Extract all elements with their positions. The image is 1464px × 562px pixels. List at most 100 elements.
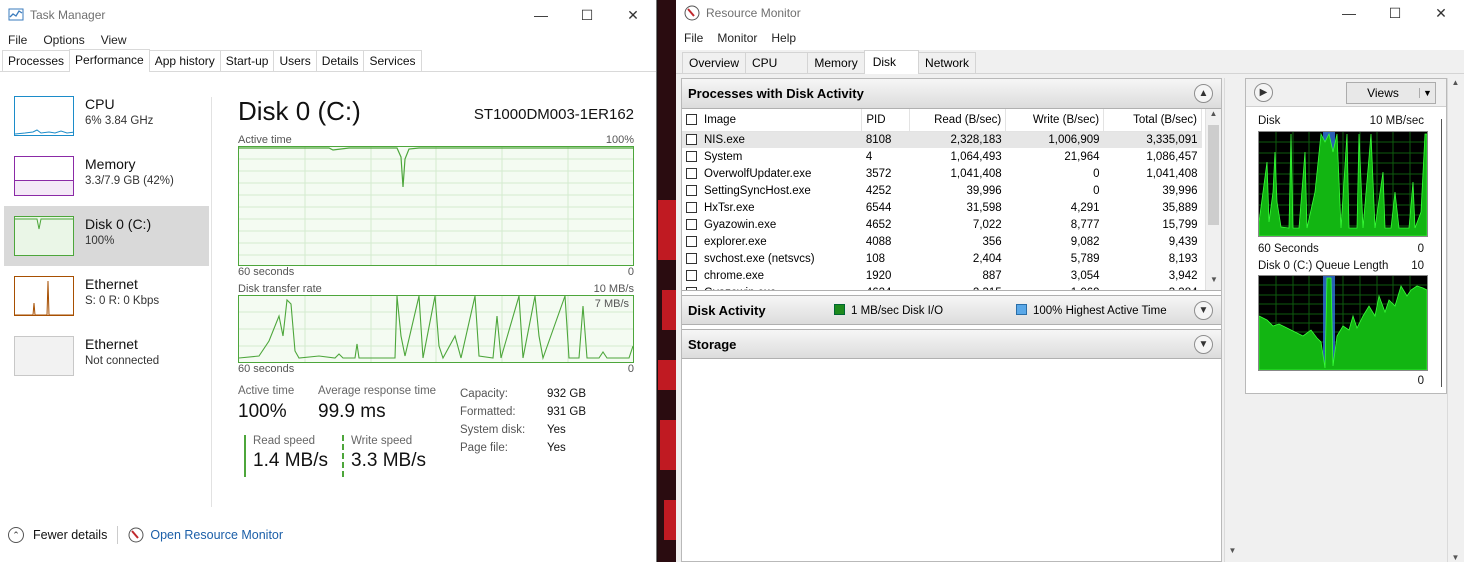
row-checkbox[interactable] — [686, 218, 697, 230]
rm-disk-graph — [1258, 131, 1428, 237]
disk-thumbnail — [14, 216, 74, 256]
rm-minimize-button[interactable]: — — [1326, 0, 1372, 26]
row-checkbox[interactable] — [686, 150, 697, 162]
rm-tab-cpu[interactable]: CPU — [745, 52, 809, 73]
open-resource-monitor-link[interactable]: Open Resource Monitor — [150, 528, 283, 542]
tab-processes[interactable]: Processes — [2, 50, 71, 71]
tab-app-history[interactable]: App history — [148, 50, 221, 71]
minimize-button[interactable]: — — [518, 0, 564, 30]
menu-file[interactable]: File — [8, 33, 27, 47]
table-row[interactable]: System 4 1,064,493 21,964 1,086,457 — [682, 148, 1202, 165]
tab-services[interactable]: Services — [363, 50, 422, 71]
table-row[interactable]: explorer.exe 4088 356 9,082 9,439 — [682, 233, 1202, 250]
cell-image: System — [682, 148, 862, 165]
storage-section-header[interactable]: Storage ▼ — [682, 329, 1221, 359]
tab-details[interactable]: Details — [315, 50, 365, 71]
row-checkbox[interactable] — [686, 201, 697, 213]
cell-image: explorer.exe — [682, 233, 862, 250]
row-checkbox[interactable] — [686, 133, 697, 145]
table-row[interactable]: SettingSyncHost.exe 4252 39,996 0 39,996 — [682, 182, 1202, 199]
prop-formatted-value: 931 GB — [547, 406, 586, 418]
select-all-checkbox[interactable] — [686, 113, 697, 125]
active-time-stat-value: 100% — [238, 401, 287, 422]
expand-storage-icon[interactable]: ▼ — [1194, 334, 1213, 354]
sidebar-item-ethernet-2[interactable]: Ethernet Not connected — [4, 326, 209, 386]
cell-total: 3,942 — [1168, 269, 1198, 282]
row-checkbox[interactable] — [686, 252, 697, 264]
tab-users[interactable]: Users — [273, 50, 317, 71]
sidebar-item-cpu[interactable]: CPU 6% 3.84 GHz — [4, 86, 209, 146]
rm-right-scrollbar[interactable]: ▲ ▼ — [1447, 78, 1463, 562]
menu-options[interactable]: Options — [43, 33, 84, 47]
rm-disk-graph-label: Disk — [1258, 115, 1281, 127]
col-image[interactable]: Image — [682, 109, 863, 132]
rm-maximize-button[interactable]: ☐ — [1372, 0, 1418, 26]
table-row[interactable]: Gyazowin.exe46242,3151,0693,384 — [682, 284, 1202, 290]
rm-tab-disk[interactable]: Disk — [863, 50, 920, 74]
resource-monitor-window: Resource Monitor — ☐ ✕ File Monitor Help… — [676, 0, 1464, 562]
tab-performance[interactable]: Performance — [69, 49, 150, 72]
menu-view[interactable]: View — [101, 33, 127, 47]
cell-write: 9,082 — [1070, 235, 1100, 248]
col-pid[interactable]: PID — [861, 109, 911, 132]
table-row[interactable]: chrome.exe 1920 887 3,054 3,942 — [682, 267, 1202, 284]
row-checkbox[interactable] — [686, 184, 697, 196]
tm-footer: ⌃ Fewer details Open Resource Monitor — [0, 520, 657, 550]
rm-tabs: Overview CPU Memory Disk Network — [676, 50, 1464, 74]
views-dropdown[interactable]: Views ▼ — [1346, 82, 1436, 104]
collapse-up-icon[interactable]: ▲ — [1194, 84, 1213, 103]
sidebar-item-memory[interactable]: Memory 3.3/7.9 GB (42%) — [4, 146, 209, 206]
rm-tab-network[interactable]: Network — [918, 52, 977, 73]
cell-image: Gyazowin.exe — [682, 216, 862, 233]
row-checkbox[interactable] — [686, 167, 697, 179]
cell-read: 887 — [982, 269, 1002, 282]
table-row[interactable]: svchost.exe (netsvcs) 108 2,404 5,789 8,193 — [682, 250, 1202, 267]
cell-pid: 1920 — [865, 269, 892, 282]
rm-menu-file[interactable]: File — [684, 31, 703, 45]
processes-section-title: Processes with Disk Activity — [688, 86, 864, 101]
ethernet-2-sub: Not connected — [85, 355, 160, 367]
col-read[interactable]: Read (B/sec) — [909, 109, 1007, 132]
hide-graphs-icon[interactable]: ▶ — [1254, 83, 1273, 102]
table-row[interactable]: Gyazowin.exe 4652 7,022 8,777 15,799 — [682, 216, 1202, 233]
rm-close-button[interactable]: ✕ — [1418, 0, 1464, 26]
active-time-graph-max: 100% — [605, 134, 634, 146]
cell-image: NIS.exe — [682, 131, 862, 148]
sidebar-item-disk[interactable]: Disk 0 (C:) 100% — [4, 206, 209, 266]
rm-titlebar[interactable]: Resource Monitor — ☐ ✕ — [676, 0, 1464, 26]
tm-title: Task Manager — [30, 8, 106, 22]
table-row[interactable]: OverwolfUpdater.exe 3572 1,041,408 0 1,041,4… — [682, 165, 1202, 182]
processes-section-header[interactable]: Processes with Disk Activity ▲ — [682, 79, 1221, 109]
tm-titlebar[interactable]: Task Manager — ☐ ✕ — [0, 0, 656, 30]
ethernet-label: Ethernet — [85, 276, 138, 292]
cell-read: 31,598 — [966, 201, 1002, 214]
tab-startup[interactable]: Start-up — [219, 50, 275, 71]
disk-activity-section-header[interactable]: Disk Activity 1 MB/sec Disk I/O 100% Hig… — [682, 295, 1221, 325]
row-checkbox[interactable] — [686, 269, 697, 281]
views-dropdown-arrow-icon[interactable]: ▼ — [1419, 88, 1435, 98]
col-total[interactable]: Total (B/sec) — [1103, 109, 1202, 132]
fewer-details-icon[interactable]: ⌃ — [8, 527, 24, 543]
cell-pid: 3572 — [865, 167, 892, 180]
row-checkbox[interactable] — [686, 286, 697, 290]
table-row[interactable]: HxTsr.exe 6544 31,598 4,291 35,889 — [682, 199, 1202, 216]
maximize-button[interactable]: ☐ — [564, 0, 610, 30]
rm-tab-memory[interactable]: Memory — [807, 52, 865, 73]
rm-menu-monitor[interactable]: Monitor — [717, 31, 757, 45]
sidebar-item-ethernet[interactable]: Ethernet S: 0 R: 0 Kbps — [4, 266, 209, 326]
processes-scrollbar[interactable]: ▲ ▼ — [1205, 109, 1221, 290]
table-row[interactable]: NIS.exe 8108 2,328,183 1,006,909 3,335,091 — [682, 131, 1202, 148]
close-button[interactable]: ✕ — [610, 0, 656, 30]
row-checkbox[interactable] — [686, 235, 697, 247]
expand-down-icon[interactable]: ▼ — [1194, 300, 1213, 320]
cell-total: 39,996 — [1162, 184, 1198, 197]
processes-scrollbar-thumb[interactable] — [1208, 125, 1219, 225]
col-write[interactable]: Write (B/sec) — [1005, 109, 1105, 132]
rm-menu-help[interactable]: Help — [771, 31, 796, 45]
rm-main-scrollbar[interactable]: ▼ — [1224, 78, 1240, 562]
active-time-graph-label: Active time — [238, 134, 292, 146]
rm-tab-overview[interactable]: Overview — [682, 52, 747, 73]
disk-detail-panel: Disk 0 (C:) ST1000DM003-1ER162 Active ti… — [238, 96, 638, 485]
fewer-details-link[interactable]: Fewer details — [33, 528, 107, 542]
ethernet-thumbnail — [14, 276, 74, 316]
